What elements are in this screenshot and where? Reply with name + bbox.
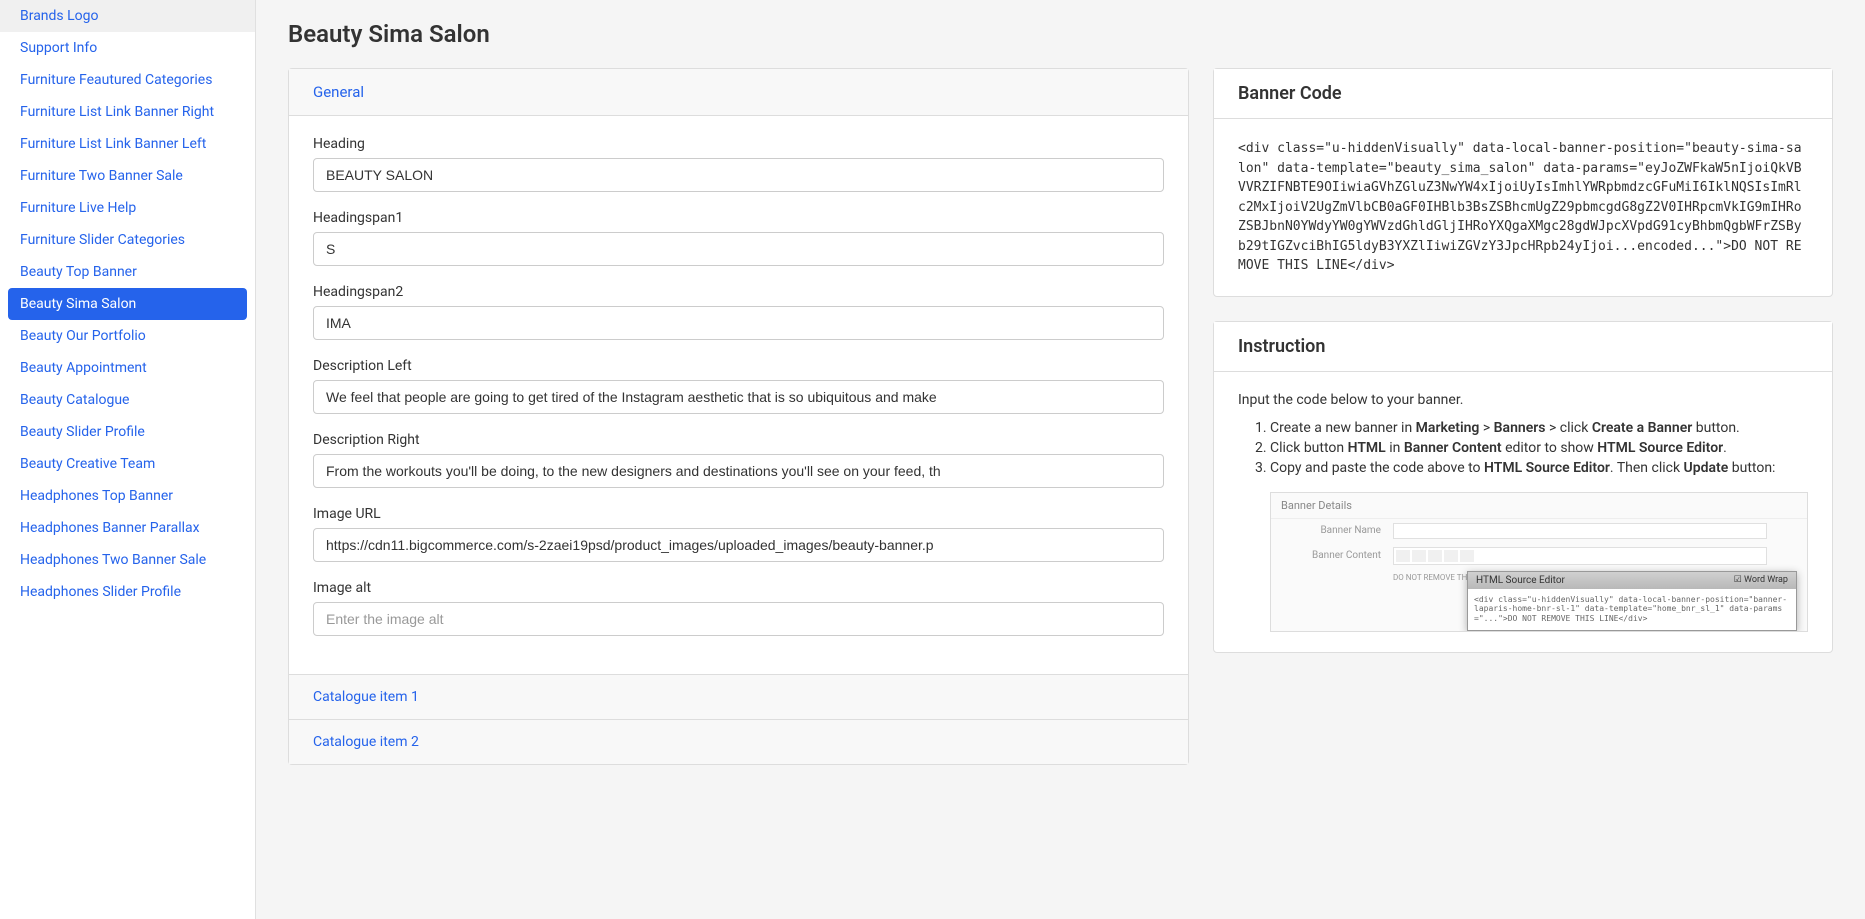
image-alt-label: Image alt — [313, 580, 1164, 596]
instruction-panel: Instruction Input the code below to your… — [1213, 321, 1833, 653]
sidebar-item-headphones-banner-parallax[interactable]: Headphones Banner Parallax — [0, 512, 255, 544]
general-panel-header[interactable]: General — [289, 69, 1188, 116]
headingspan2-input[interactable] — [313, 306, 1164, 340]
image-url-input[interactable] — [313, 528, 1164, 562]
sidebar-item-brands-logo[interactable]: Brands Logo — [0, 0, 255, 32]
mock-toolbar — [1393, 547, 1767, 565]
sidebar-item-furniture-slider-categories[interactable]: Furniture Slider Categories — [0, 224, 255, 256]
sidebar-item-beauty-appointment[interactable]: Beauty Appointment — [0, 352, 255, 384]
sidebar-item-furniture-list-link-banner-right[interactable]: Furniture List Link Banner Right — [0, 96, 255, 128]
sidebar-item-beauty-our-portfolio[interactable]: Beauty Our Portfolio — [0, 320, 255, 352]
banner-code-title: Banner Code — [1214, 69, 1832, 119]
accordion-catalogue-item-2[interactable]: Catalogue item 2 — [289, 719, 1188, 764]
mock-banner-name-field — [1393, 523, 1767, 539]
sidebar-item-furniture-feautured-categories[interactable]: Furniture Feautured Categories — [0, 64, 255, 96]
sidebar-item-beauty-top-banner[interactable]: Beauty Top Banner — [0, 256, 255, 288]
sidebar-item-beauty-sima-salon[interactable]: Beauty Sima Salon — [8, 288, 247, 320]
instruction-intro: Input the code below to your banner. — [1238, 392, 1808, 408]
mock-html-source-editor: HTML Source Editor ☑ Word Wrap <div clas… — [1467, 571, 1797, 631]
banner-code-content[interactable]: <div class="u-hiddenVisually" data-local… — [1214, 119, 1832, 296]
banner-code-panel: Banner Code <div class="u-hiddenVisually… — [1213, 68, 1833, 297]
mock-banner-name-label: Banner Name — [1311, 525, 1381, 536]
sidebar-item-headphones-two-banner-sale[interactable]: Headphones Two Banner Sale — [0, 544, 255, 576]
headingspan1-label: Headingspan1 — [313, 210, 1164, 226]
instruction-step-2: Click button HTML in Banner Content edit… — [1270, 440, 1808, 456]
sidebar: Brands LogoSupport InfoFurniture Feautur… — [0, 0, 256, 919]
sidebar-item-furniture-list-link-banner-left[interactable]: Furniture List Link Banner Left — [0, 128, 255, 160]
sidebar-item-headphones-top-banner[interactable]: Headphones Top Banner — [0, 480, 255, 512]
instruction-step-3: Copy and paste the code above to HTML So… — [1270, 460, 1808, 476]
sidebar-item-furniture-two-banner-sale[interactable]: Furniture Two Banner Sale — [0, 160, 255, 192]
heading-label: Heading — [313, 136, 1164, 152]
description-left-label: Description Left — [313, 358, 1164, 374]
accordion-catalogue-item-1[interactable]: Catalogue item 1 — [289, 674, 1188, 719]
heading-input[interactable] — [313, 158, 1164, 192]
page-title: Beauty Sima Salon — [256, 0, 1865, 68]
sidebar-item-beauty-creative-team[interactable]: Beauty Creative Team — [0, 448, 255, 480]
image-url-label: Image URL — [313, 506, 1164, 522]
description-left-input[interactable] — [313, 380, 1164, 414]
instruction-steps: Create a new banner in Marketing > Banne… — [1238, 420, 1808, 476]
image-alt-input[interactable] — [313, 602, 1164, 636]
sidebar-item-support-info[interactable]: Support Info — [0, 32, 255, 64]
main-content: Beauty Sima Salon General Heading Headin… — [256, 0, 1865, 919]
mock-dialog-title: HTML Source Editor ☑ Word Wrap — [1468, 572, 1796, 589]
mock-banner-content-label: Banner Content — [1311, 550, 1381, 561]
headingspan1-input[interactable] — [313, 232, 1164, 266]
mock-dialog-body: <div class="u-hiddenVisually" data-local… — [1468, 589, 1796, 630]
description-right-label: Description Right — [313, 432, 1164, 448]
description-right-input[interactable] — [313, 454, 1164, 488]
headingspan2-label: Headingspan2 — [313, 284, 1164, 300]
mock-banner-details-header: Banner Details — [1271, 493, 1807, 519]
sidebar-item-furniture-live-help[interactable]: Furniture Live Help — [0, 192, 255, 224]
instruction-step-1: Create a new banner in Marketing > Banne… — [1270, 420, 1808, 436]
instruction-title: Instruction — [1214, 322, 1832, 372]
sidebar-item-beauty-slider-profile[interactable]: Beauty Slider Profile — [0, 416, 255, 448]
general-panel: General Heading Headingspan1 Headingspan… — [288, 68, 1189, 765]
sidebar-item-headphones-slider-profile[interactable]: Headphones Slider Profile — [0, 576, 255, 608]
instruction-screenshot: Banner Details Banner Name Banner Conten… — [1270, 492, 1808, 632]
sidebar-item-beauty-catalogue[interactable]: Beauty Catalogue — [0, 384, 255, 416]
